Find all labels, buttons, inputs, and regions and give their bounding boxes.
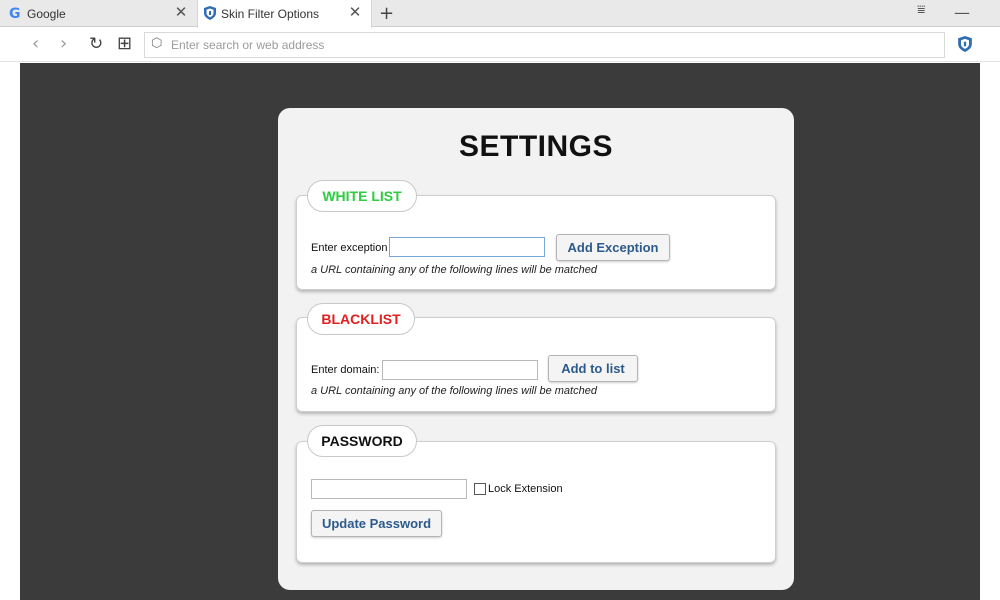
password-legend: PASSWORD — [307, 425, 417, 457]
new-tab-icon[interactable]: + — [379, 3, 394, 24]
tab-menu-icon[interactable]: ⩸ — [917, 2, 926, 18]
exception-input[interactable] — [389, 237, 545, 257]
tab-google[interactable]: G Google ✕ — [0, 0, 197, 27]
extension-shield-icon[interactable] — [958, 36, 972, 52]
shield-icon — [204, 6, 216, 20]
blacklist-hint: a URL containing any of the following li… — [311, 385, 597, 397]
whitelist-hint: a URL containing any of the following li… — [311, 264, 597, 276]
whitelist-legend: WHITE LIST — [307, 180, 417, 212]
password-section: Lock Extension Update Password — [296, 441, 776, 563]
page-content: SETTINGS Enter exception Add Exception a… — [20, 63, 980, 600]
blacklist-label: Enter domain: — [311, 364, 380, 376]
navigation-bar: ‹ › ↻ ⊞ ⬡ — [0, 28, 1000, 62]
update-password-button[interactable]: Update Password — [311, 510, 442, 537]
reload-icon[interactable]: ↻ — [89, 34, 103, 54]
whitelist-label: Enter exception — [311, 242, 388, 254]
add-exception-button[interactable]: Add Exception — [556, 234, 670, 261]
lock-extension-label: Lock Extension — [488, 483, 563, 495]
google-logo-icon: G — [9, 6, 21, 22]
tab-strip: G Google ✕ Skin Filter Options ✕ + ⩸ — — [0, 0, 1000, 28]
close-tab-icon[interactable]: ✕ — [347, 3, 363, 21]
tab-skin-filter-options[interactable]: Skin Filter Options ✕ — [197, 0, 372, 28]
address-bar[interactable]: ⬡ — [144, 32, 945, 58]
settings-panel: SETTINGS Enter exception Add Exception a… — [278, 108, 794, 590]
address-input[interactable] — [171, 35, 931, 55]
add-to-list-button[interactable]: Add to list — [548, 355, 638, 382]
lock-extension-checkbox[interactable] — [474, 483, 486, 495]
page-title: SETTINGS — [458, 130, 613, 163]
domain-input[interactable] — [382, 360, 538, 380]
forward-icon[interactable]: › — [60, 34, 67, 54]
blacklist-legend: BLACKLIST — [307, 303, 415, 335]
tab-title: Skin Filter Options — [221, 7, 320, 21]
site-info-icon[interactable]: ⬡ — [151, 36, 162, 51]
tab-title: Google — [27, 6, 66, 21]
password-input[interactable] — [311, 479, 467, 499]
minimize-icon[interactable]: — — [954, 3, 970, 22]
speed-dial-icon[interactable]: ⊞ — [117, 34, 132, 54]
back-icon[interactable]: ‹ — [32, 34, 39, 54]
close-tab-icon[interactable]: ✕ — [173, 3, 189, 21]
